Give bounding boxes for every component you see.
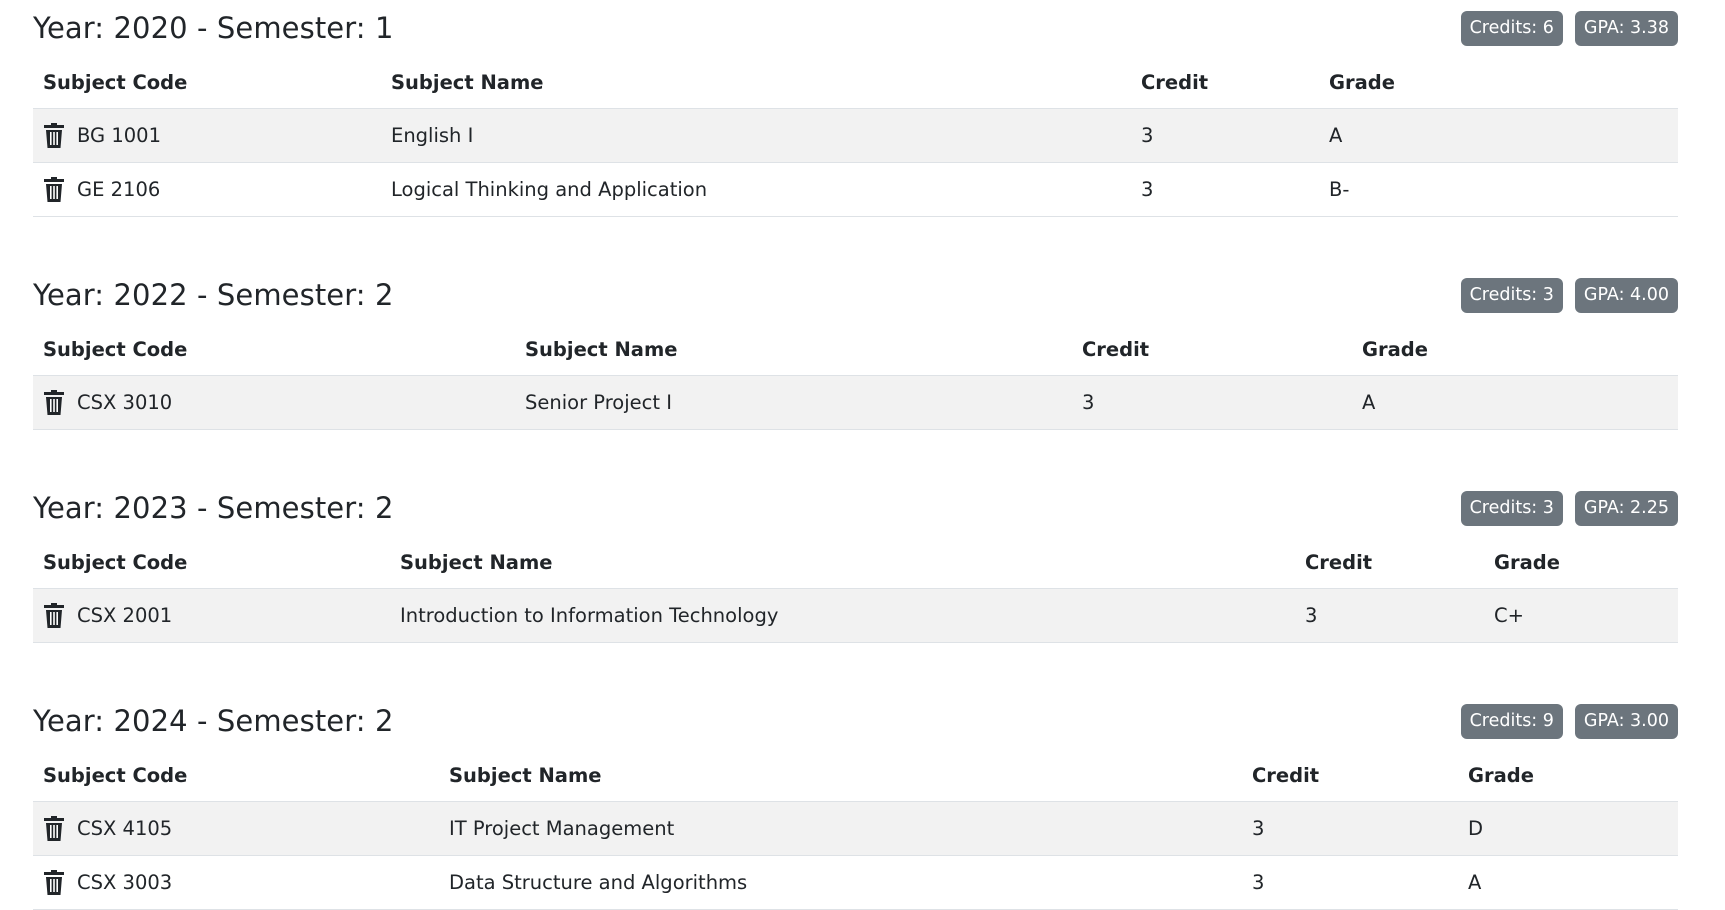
gpa-badge: GPA: 3.38 [1574,10,1678,46]
column-header-name: Subject Name [390,536,1295,589]
subject-code-cell: GE 2106 [33,162,381,217]
credits-badge: Credits: 6 [1460,10,1563,46]
subject-grade: A [1458,855,1678,910]
credits-badge: Credits: 3 [1460,490,1563,526]
gpa-badge: GPA: 4.00 [1574,277,1678,313]
column-header-code: Subject Code [33,536,390,589]
semester-title: Year: 2023 - Semester: 2 [33,491,394,525]
subjects-table: Subject Code Subject Name Credit Grade C… [33,749,1678,910]
subject-code: BG 1001 [77,124,161,147]
table-row: BG 1001 English I 3 A [33,108,1678,163]
column-header-credit: Credit [1295,536,1484,589]
credits-badge: Credits: 3 [1460,277,1563,313]
column-header-credit: Credit [1242,749,1458,802]
subject-grade: A [1319,108,1678,163]
table-row: CSX 2001 Introduction to Information Tec… [33,588,1678,643]
subject-code-cell: BG 1001 [33,108,381,163]
subject-name: Introduction to Information Technology [390,588,1295,643]
subject-code-cell: CSX 3010 [33,375,515,430]
trash-icon[interactable] [43,176,65,203]
subjects-table: Subject Code Subject Name Credit Grade C… [33,323,1678,430]
subject-code: GE 2106 [77,178,161,201]
table-row: CSX 4105 IT Project Management 3 D [33,801,1678,856]
trash-icon[interactable] [43,869,65,896]
subject-code: CSX 3010 [77,391,173,414]
column-header-name: Subject Name [381,56,1131,109]
column-header-grade: Grade [1484,536,1678,589]
subject-code: CSX 4105 [77,817,173,840]
semester-badges: Credits: 3 GPA: 4.00 [1460,277,1678,313]
subject-grade: B- [1319,162,1678,217]
subject-credit: 3 [1242,855,1458,910]
subjects-table: Subject Code Subject Name Credit Grade C… [33,536,1678,643]
semester-badges: Credits: 6 GPA: 3.38 [1460,10,1678,46]
semester-section: Year: 2023 - Semester: 2 Credits: 3 GPA:… [33,480,1678,643]
subject-name: Data Structure and Algorithms [439,855,1242,910]
column-header-grade: Grade [1319,56,1678,109]
subject-credit: 3 [1072,375,1352,430]
subject-credit: 3 [1242,801,1458,856]
column-header-name: Subject Name [515,323,1072,376]
table-row: CSX 3003 Data Structure and Algorithms 3… [33,855,1678,910]
subject-credit: 3 [1131,108,1319,163]
semester-header: Year: 2022 - Semester: 2 Credits: 3 GPA:… [33,267,1678,323]
table-row: CSX 3010 Senior Project I 3 A [33,375,1678,430]
semester-header: Year: 2020 - Semester: 1 Credits: 6 GPA:… [33,0,1678,56]
column-header-grade: Grade [1352,323,1678,376]
subject-code: CSX 3003 [77,871,173,894]
subject-name: Senior Project I [515,375,1072,430]
subject-code: CSX 2001 [77,604,173,627]
trash-icon[interactable] [43,389,65,416]
subject-grade: C+ [1484,588,1678,643]
semester-badges: Credits: 3 GPA: 2.25 [1460,490,1678,526]
semester-header: Year: 2024 - Semester: 2 Credits: 9 GPA:… [33,693,1678,749]
subject-name: English I [381,108,1131,163]
subject-name: IT Project Management [439,801,1242,856]
column-header-credit: Credit [1131,56,1319,109]
semester-title: Year: 2020 - Semester: 1 [33,11,394,45]
subject-code-cell: CSX 4105 [33,801,439,856]
subject-grade: D [1458,801,1678,856]
column-header-grade: Grade [1458,749,1678,802]
transcript-page: Year: 2020 - Semester: 1 Credits: 6 GPA:… [33,0,1678,910]
semester-section: Year: 2022 - Semester: 2 Credits: 3 GPA:… [33,267,1678,430]
table-header-row: Subject Code Subject Name Credit Grade [33,536,1678,589]
subject-credit: 3 [1131,162,1319,217]
semester-section: Year: 2020 - Semester: 1 Credits: 6 GPA:… [33,0,1678,217]
semester-title: Year: 2022 - Semester: 2 [33,278,394,312]
subject-grade: A [1352,375,1678,430]
table-header-row: Subject Code Subject Name Credit Grade [33,56,1678,109]
column-header-code: Subject Code [33,56,381,109]
gpa-badge: GPA: 3.00 [1574,703,1678,739]
subjects-table: Subject Code Subject Name Credit Grade B… [33,56,1678,217]
column-header-credit: Credit [1072,323,1352,376]
subject-code-cell: CSX 2001 [33,588,390,643]
semester-section: Year: 2024 - Semester: 2 Credits: 9 GPA:… [33,693,1678,910]
credits-badge: Credits: 9 [1460,703,1563,739]
gpa-badge: GPA: 2.25 [1574,490,1678,526]
subject-credit: 3 [1295,588,1484,643]
semester-header: Year: 2023 - Semester: 2 Credits: 3 GPA:… [33,480,1678,536]
subject-code-cell: CSX 3003 [33,855,439,910]
column-header-code: Subject Code [33,749,439,802]
column-header-code: Subject Code [33,323,515,376]
semester-title: Year: 2024 - Semester: 2 [33,704,394,738]
column-header-name: Subject Name [439,749,1242,802]
subject-name: Logical Thinking and Application [381,162,1131,217]
table-row: GE 2106 Logical Thinking and Application… [33,162,1678,217]
trash-icon[interactable] [43,122,65,149]
trash-icon[interactable] [43,602,65,629]
trash-icon[interactable] [43,815,65,842]
table-header-row: Subject Code Subject Name Credit Grade [33,749,1678,802]
semester-badges: Credits: 9 GPA: 3.00 [1460,703,1678,739]
table-header-row: Subject Code Subject Name Credit Grade [33,323,1678,376]
